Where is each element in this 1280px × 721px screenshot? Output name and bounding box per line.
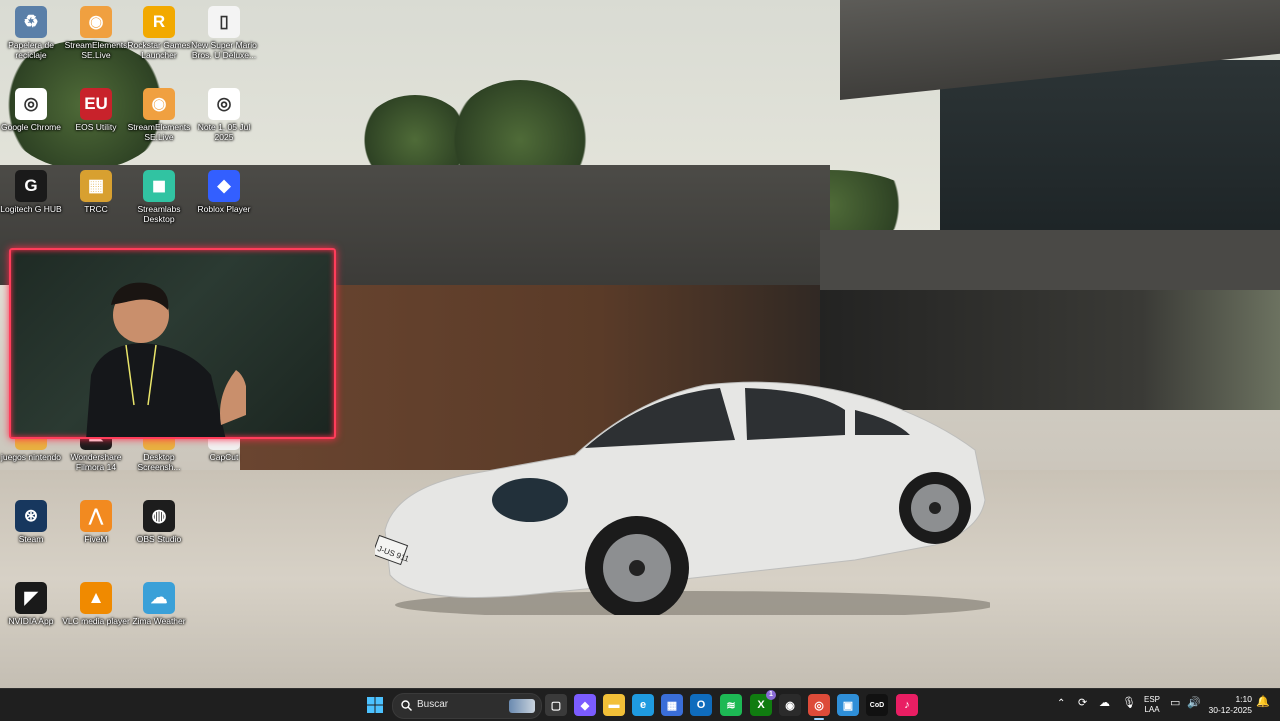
desktop-icon-label: Note 1, 05 Jul 2025 (197, 122, 251, 142)
cloud-icon[interactable]: ☁ (1099, 698, 1110, 709)
search-highlight-icon (509, 699, 535, 713)
language-code: ESP (1143, 695, 1160, 704)
task-view-icon[interactable]: ▢ (545, 694, 567, 716)
outlook-icon[interactable]: O (690, 694, 712, 716)
desktop-icon[interactable]: ◼ Streamlabs Desktop (124, 170, 194, 224)
desktop-icon-label: StreamElements SE.Live (127, 122, 191, 142)
desktop-icon-label: juegos nintendo (0, 452, 62, 462)
chrome-note-icon: ◎ (208, 88, 240, 120)
windows-logo-icon (367, 697, 383, 713)
xbox-notification-badge: 1 (766, 690, 776, 700)
desktop-icon-label: OBS Studio (136, 534, 182, 544)
desktop-icon-label: TRCC (84, 204, 108, 214)
white-sports-car: J-US 911 (375, 381, 990, 615)
taskbar-search[interactable]: Buscar (392, 693, 542, 719)
fivem-icon: ⋀ (80, 500, 112, 532)
system-clock[interactable]: 1:10 30-12-2025 (1209, 694, 1252, 716)
recycle-bin-icon: ♻ (15, 6, 47, 38)
rockstar-icon: R (143, 6, 175, 38)
chrome-taskbar-icon[interactable]: ◎ (808, 694, 830, 720)
language-layout: LAA (1144, 705, 1160, 714)
desktop-icon-label: Zima Weather (132, 616, 186, 626)
tiktok-icon[interactable]: ♪ (896, 694, 918, 716)
desktop-icon[interactable]: ☁ Zima Weather (124, 582, 194, 626)
taskbar: Buscar ▢ ◆ ▬ e ▦ O ≋ X 1 ◉ ◎ ▣ CoD ♪ ⌃ ⟳ ☁ 🎙 ESP LAA … (0, 688, 1280, 721)
desktop-icon-label: Logitech G HUB (0, 204, 62, 214)
roblox-icon: ◆ (208, 170, 240, 202)
desktop-icon-label: New Super Mario Bros. U Deluxe... (191, 40, 257, 60)
microphone-icon[interactable]: 🎙 (1122, 698, 1136, 709)
search-icon (401, 700, 412, 711)
trcc-icon: ▦ (80, 170, 112, 202)
desktop-icon[interactable]: ⊛ Steam (0, 500, 66, 544)
desktop-icon-label: StreamElements SE.Live (64, 40, 128, 60)
desktop-icon-label: VLC media player (62, 616, 130, 626)
desktop-icon[interactable]: ◤ NVIDIA App (0, 582, 66, 626)
house-slab (820, 230, 1280, 290)
spotify-icon[interactable]: ≋ (720, 694, 742, 716)
webcam-overlay[interactable] (9, 248, 336, 439)
eos-utility-icon: EU (80, 88, 112, 120)
store-icon[interactable]: ▦ (661, 694, 683, 716)
weather-icon: ☁ (143, 582, 175, 614)
desktop-icon[interactable]: ▲ VLC media player (61, 582, 131, 626)
streamelements-icon: ◉ (143, 88, 175, 120)
desktop-icon[interactable]: ▦ TRCC (61, 170, 131, 214)
obs-taskbar-icon[interactable]: ◉ (779, 694, 801, 716)
clock-date: 30-12-2025 (1208, 705, 1252, 715)
desktop-icon[interactable]: ◉ StreamElements SE.Live (61, 6, 131, 60)
notification-bell-icon[interactable]: 🔔 (1256, 697, 1270, 708)
desktop-icon[interactable]: G Logitech G HUB (0, 170, 66, 214)
edge-icon[interactable]: e (632, 694, 654, 716)
desktop-icon-label: NVIDIA App (8, 616, 54, 626)
sync-icon[interactable]: ⟳ (1078, 698, 1087, 709)
desktop-icon[interactable]: ▯ New Super Mario Bros. U Deluxe... (189, 6, 259, 60)
desktop-icon-label: Roblox Player (197, 204, 251, 214)
steam-icon: ⊛ (15, 500, 47, 532)
desktop-icon-label: Streamlabs Desktop (137, 204, 181, 224)
file-explorer-icon[interactable]: ▬ (603, 694, 625, 716)
streamelements-icon: ◉ (80, 6, 112, 38)
streamlabs-icon: ◼ (143, 170, 175, 202)
call-of-duty-icon[interactable]: CoD (866, 694, 888, 716)
volume-icon[interactable]: 🔊 (1187, 698, 1201, 709)
logitech-icon: G (15, 170, 47, 202)
copilot-icon[interactable]: ◆ (574, 694, 596, 716)
search-placeholder: Buscar (417, 699, 449, 710)
desktop-icon-label: FiveM (84, 534, 108, 544)
streamer-webcam-feed (86, 282, 246, 437)
language-indicator[interactable]: ESP LAA (1142, 695, 1162, 715)
desktop-icon[interactable]: ♻ Papelera de reciclaje (0, 6, 66, 60)
chevron-up-icon[interactable]: ⌃ (1057, 699, 1065, 709)
desktop-icon-label: Google Chrome (0, 122, 61, 132)
desktop-icon[interactable]: ◎ Note 1, 05 Jul 2025 (189, 88, 259, 142)
desktop-icon-label: EOS Utility (75, 122, 117, 132)
desktop-icon[interactable]: ◆ Roblox Player (189, 170, 259, 214)
nvidia-icon: ◤ (15, 582, 47, 614)
desktop-icon-label: Steam (18, 534, 44, 544)
obs-icon: ◍ (143, 500, 175, 532)
desktop-icon[interactable]: R Rockstar Games Launcher (124, 6, 194, 60)
house-glass-facade (940, 60, 1280, 240)
desktop-icon[interactable]: ◎ Google Chrome (0, 88, 66, 132)
file-icon: ▯ (208, 6, 240, 38)
xbox-icon[interactable]: X1 (750, 690, 776, 716)
desktop-icon[interactable]: ◉ StreamElements SE.Live (124, 88, 194, 142)
desktop-icon-label: Rockstar Games Launcher (127, 40, 191, 60)
chrome-icon: ◎ (15, 88, 47, 120)
photos-icon[interactable]: ▣ (837, 694, 859, 716)
desktop-icon[interactable]: ⋀ FiveM (61, 500, 131, 544)
clock-time: 1:10 (1235, 694, 1252, 704)
vlc-icon: ▲ (80, 582, 112, 614)
desktop-icon-label: Wondershare Filmora 14 (70, 452, 122, 472)
desktop-icon-label: Desktop Screensh... (137, 452, 181, 472)
network-icon[interactable]: ▭ (1170, 698, 1180, 709)
desktop-icon-label: Papelera de reciclaje (8, 40, 54, 60)
desktop-icon-label: CapCut (209, 452, 239, 462)
start-button[interactable] (364, 694, 386, 716)
desktop-icon[interactable]: EU EOS Utility (61, 88, 131, 132)
desktop-icon[interactable]: ◍ OBS Studio (124, 500, 194, 544)
